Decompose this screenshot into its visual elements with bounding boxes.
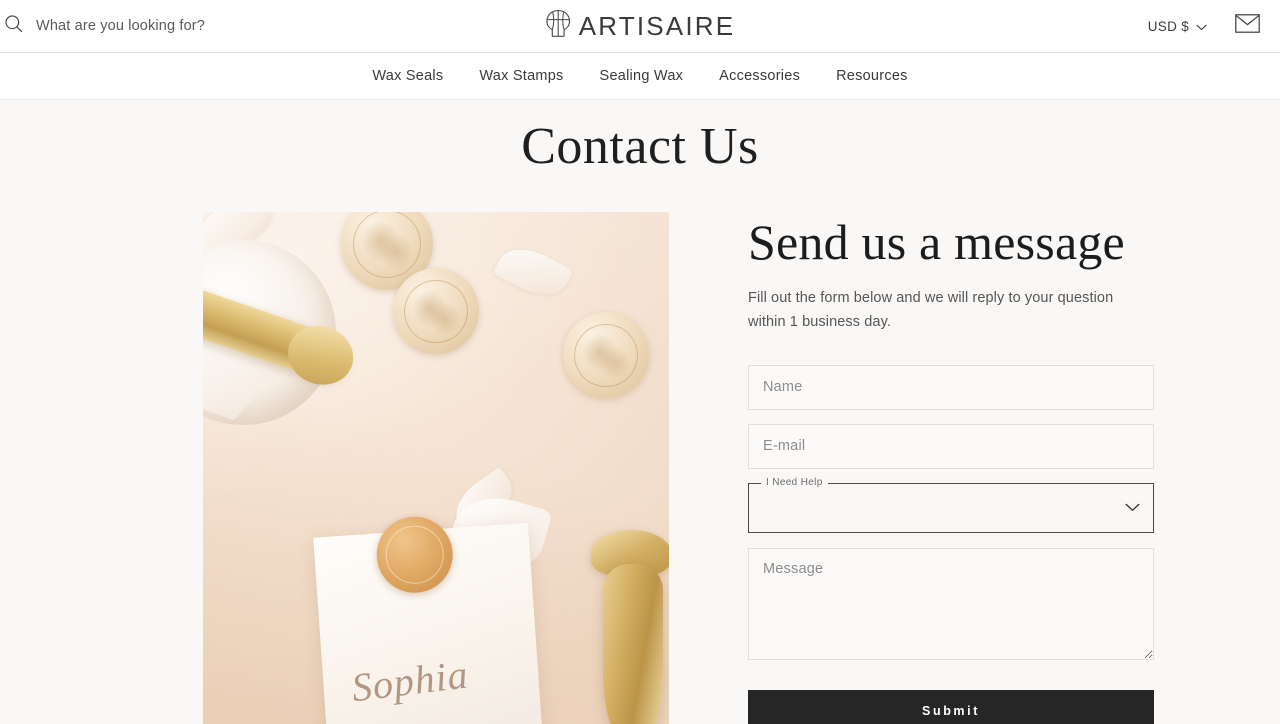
search-area[interactable] [0,14,430,38]
form-heading: Send us a message [748,214,1125,271]
contact-hero-image: Sophia [203,212,669,724]
photo-column: Sophia [0,212,669,724]
form-subtext: Fill out the form below and we will repl… [748,290,1114,330]
brand-logo[interactable]: ARTISAIRE [545,9,736,43]
wax-seal-decor [563,312,649,399]
page-title: Contact Us [521,118,759,175]
chevron-down-icon [1196,19,1207,34]
nav-item-wax-stamps[interactable]: Wax Stamps [479,68,563,84]
card-script-name: Sophia [349,651,471,711]
gold-stamp-handle-vertical [603,564,663,724]
nav-item-resources[interactable]: Resources [836,68,908,84]
search-icon[interactable] [4,14,23,38]
currency-selector[interactable]: USD $ [1148,19,1207,34]
nav-item-wax-seals[interactable]: Wax Seals [372,68,443,84]
top-bar: ARTISAIRE USD $ [0,0,1280,53]
help-topic-field[interactable]: I Need Help [748,475,1154,533]
currency-label: USD $ [1147,18,1189,34]
contact-content: Sophia Send us a message Fill out the fo… [0,177,1280,724]
top-bar-right: USD $ [1148,14,1280,38]
submit-button[interactable]: Submit [748,689,1154,724]
form-fields: I Need Help Submit [748,364,1154,724]
search-input[interactable] [36,18,366,34]
contact-form: Send us a message Fill out the form belo… [748,212,1154,724]
wax-seal-stamp-logo-icon [545,9,572,43]
name-input[interactable] [748,364,1154,410]
envelope-icon[interactable] [1235,14,1260,38]
nav-item-accessories[interactable]: Accessories [719,68,800,84]
email-input[interactable] [748,423,1154,469]
main-navigation: Wax Seals Wax Stamps Sealing Wax Accesso… [0,53,1280,100]
wax-seal-decor [393,268,479,355]
nav-item-sealing-wax[interactable]: Sealing Wax [600,68,684,84]
calligraphy-card: Sophia [313,514,544,724]
help-topic-select[interactable] [748,482,1154,533]
brand-wordmark: ARTISAIRE [578,11,736,41]
message-textarea[interactable] [748,547,1154,660]
